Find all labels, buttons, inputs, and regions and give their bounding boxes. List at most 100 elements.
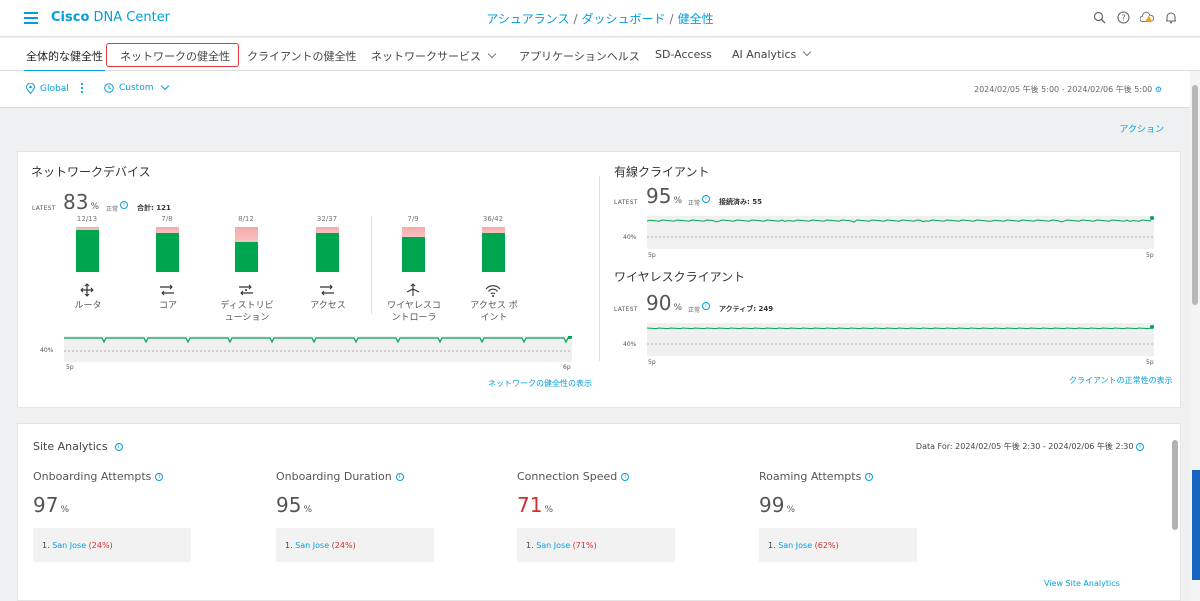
device-count-label: 32/37 — [316, 215, 338, 223]
unhealthy-segment — [76, 227, 99, 230]
date-range[interactable]: 2024/02/05 午後 5:00 - 2024/02/06 午後 5:00 … — [974, 84, 1162, 95]
site-analytics-date: Data For: 2024/02/05 午後 2:30 - 2024/02/0… — [916, 441, 1144, 452]
health-value: 90 — [646, 291, 672, 315]
status-label: 正常 — [688, 307, 701, 314]
latest-point — [1150, 325, 1154, 329]
metric-value: 97% — [33, 493, 69, 517]
info-icon[interactable]: i — [702, 195, 710, 203]
site-link[interactable]: San Jose — [778, 541, 812, 550]
active-count: アクティブ: 249 — [719, 305, 774, 313]
breadcrumb-item: 健全性 — [677, 12, 714, 26]
site-percent: (71%) — [570, 541, 597, 550]
time-filter[interactable]: Custom — [104, 81, 170, 93]
help-icon[interactable]: ? — [1116, 10, 1130, 24]
device-health-bar[interactable] — [482, 227, 505, 272]
notification-bell-icon[interactable] — [1164, 10, 1178, 24]
info-icon[interactable]: i — [865, 473, 874, 481]
actions-link[interactable]: アクション — [1119, 122, 1164, 135]
access-switch-icon — [317, 282, 337, 296]
page-scrollbar[interactable] — [1192, 85, 1198, 305]
inner-scrollbar[interactable] — [1172, 440, 1178, 530]
view-network-health-link[interactable]: ネットワークの健全性の表示 — [488, 378, 592, 389]
tab-label: AI Analytics — [732, 48, 797, 61]
metric-title: Connection Speed i — [517, 470, 630, 483]
wireless-clients-title: ワイヤレスクライアント — [614, 270, 746, 284]
search-icon[interactable] — [1092, 10, 1106, 24]
view-site-analytics-link[interactable]: View Site Analytics — [1044, 579, 1120, 588]
info-icon[interactable]: i — [120, 201, 128, 209]
device-health-bar[interactable] — [235, 227, 258, 272]
status-label: 正常 — [688, 200, 701, 207]
metric-value: 95% — [276, 493, 312, 517]
device-health-bar[interactable] — [156, 227, 179, 272]
device-health-bar[interactable] — [402, 227, 425, 272]
wired-health-score: 95% — [646, 184, 682, 208]
side-panel-tab[interactable] — [1192, 470, 1200, 580]
site-rank: 1. — [768, 541, 779, 550]
site-link[interactable]: San Jose — [295, 541, 329, 550]
latest-point — [1150, 216, 1154, 220]
divider — [371, 216, 372, 314]
device-health-bar[interactable] — [316, 227, 339, 272]
cloud-alert-icon[interactable] — [1140, 10, 1154, 24]
tab-client-health[interactable]: クライアントの健全性 — [247, 48, 357, 64]
info-icon[interactable]: i — [621, 473, 630, 481]
filter-bar: Global Custom 2024/02/05 午後 5:00 - 2024/… — [0, 71, 1200, 108]
device-health-bar[interactable] — [76, 227, 99, 272]
tab-ai-analytics[interactable]: AI Analytics — [732, 47, 812, 61]
info-icon[interactable]: i — [114, 443, 123, 451]
site-link[interactable]: San Jose — [52, 541, 86, 550]
settings-gear-icon[interactable]: ⚙ — [1155, 85, 1162, 94]
core-switch-icon — [157, 282, 177, 296]
breadcrumb-item[interactable]: アシュアランス — [486, 12, 569, 26]
device-count-label: 8/12 — [238, 215, 254, 223]
device-group-name-line: ューション — [224, 313, 270, 323]
network-devices-title: ネットワークデバイス — [31, 165, 151, 179]
site-rank: 1. — [285, 541, 296, 550]
threshold-label: 40% — [623, 234, 637, 241]
percent-sign: % — [60, 505, 70, 515]
wired-health-trend — [647, 216, 1154, 249]
tab-overall-health[interactable]: 全体的な健全性 — [24, 48, 105, 72]
device-group-name-line: ディストリビ — [220, 301, 274, 311]
location-pin-icon — [26, 83, 35, 94]
more-options-icon[interactable] — [80, 82, 84, 94]
threshold-label: 40% — [623, 341, 637, 348]
wireless-controller-icon — [403, 282, 423, 296]
chevron-down-icon — [802, 47, 812, 57]
latest-label: LATEST — [32, 205, 56, 212]
info-icon[interactable]: i — [155, 473, 164, 481]
view-client-health-link[interactable]: クライアントの正常性の表示 — [1069, 375, 1173, 386]
clock-icon — [104, 83, 114, 93]
metric-value: 71% — [517, 493, 553, 517]
tab-network-services[interactable]: ネットワークサービス — [371, 48, 497, 64]
metric-number: 97 — [33, 493, 59, 517]
site-percent: (62%) — [812, 541, 839, 550]
info-icon[interactable]: i — [1136, 442, 1144, 451]
breadcrumb-separator: / — [573, 12, 578, 26]
site-percent: (24%) — [329, 541, 356, 550]
tab-application-health[interactable]: アプリケーションヘルス — [519, 48, 640, 64]
breadcrumb-item[interactable]: ダッシュボード — [582, 12, 666, 26]
health-trend-line — [647, 327, 1152, 330]
device-group-name: ワイヤレスコ ントローラ — [379, 300, 449, 324]
device-group-name-line: ワイヤレスコ — [387, 301, 441, 311]
latest-label: LATEST — [614, 199, 638, 206]
wireless-health-score: 90% — [646, 291, 682, 315]
x-axis-end: 5p — [1146, 359, 1154, 366]
info-icon[interactable]: i — [702, 302, 710, 310]
chevron-down-icon — [161, 81, 170, 91]
percent-sign: % — [786, 505, 796, 515]
location-filter[interactable]: Global — [26, 83, 69, 94]
device-group-name: ルータ — [74, 301, 102, 311]
device-group-name: アクセス — [310, 301, 346, 311]
health-trend-line — [64, 337, 570, 344]
device-group-name-line: アクセス ポ — [470, 301, 518, 311]
percent-sign: % — [90, 202, 100, 212]
tab-sd-access[interactable]: SD-Access — [655, 48, 712, 61]
device-group-name-line: ントローラ — [391, 313, 437, 323]
percent-sign: % — [673, 303, 683, 313]
health-value: 83 — [63, 190, 89, 214]
site-link[interactable]: San Jose — [536, 541, 570, 550]
info-icon[interactable]: i — [395, 473, 404, 481]
